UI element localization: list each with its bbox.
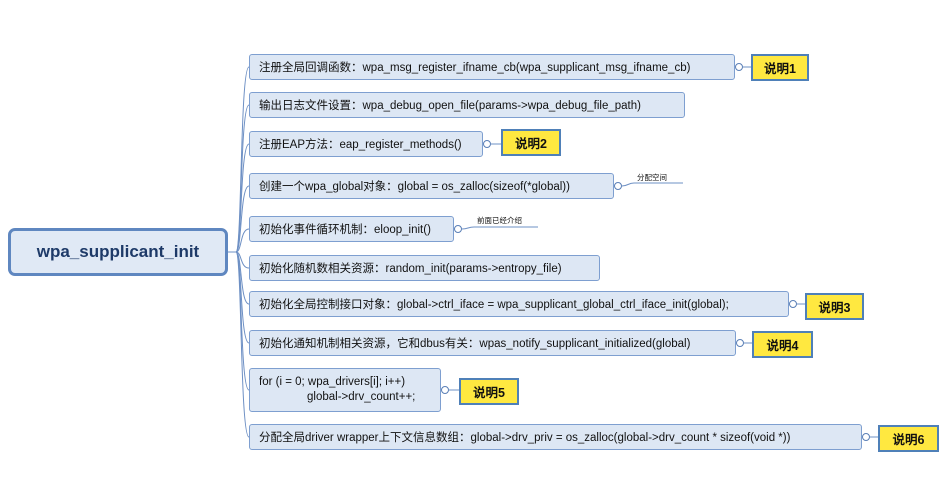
annotation-introduced-before: 前面已经介绍 (477, 216, 522, 225)
step-node-notify-init[interactable]: 初始化通知机制相关资源，它和dbus有关：wpas_notify_supplic… (249, 330, 736, 356)
note-badge-1[interactable]: 说明1 (751, 54, 809, 81)
note-badge-4[interactable]: 说明4 (752, 331, 813, 358)
step-node-eloop-init[interactable]: 初始化事件循环机制：eloop_init() (249, 216, 454, 242)
note-badge-3[interactable]: 说明3 (805, 293, 864, 320)
collapse-toggle-icon[interactable] (736, 339, 744, 347)
collapse-toggle-icon[interactable] (483, 140, 491, 148)
annotation-underline (621, 182, 683, 187)
step-node-drv-priv-alloc[interactable]: 分配全局driver wrapper上下文信息数组：global->drv_pr… (249, 424, 862, 450)
annotation-alloc-space: 分配空间 (637, 173, 667, 182)
collapse-toggle-icon[interactable] (441, 386, 449, 394)
collapse-toggle-icon[interactable] (862, 433, 870, 441)
collapse-toggle-icon[interactable] (735, 63, 743, 71)
note-badge-6[interactable]: 说明6 (878, 425, 939, 452)
branch-line (228, 66, 250, 253)
note-badge-2[interactable]: 说明2 (501, 129, 561, 156)
mindmap-canvas: wpa_supplicant_init 注册全局回调函数：wpa_msg_reg… (0, 0, 950, 494)
step-node-random-init[interactable]: 初始化随机数相关资源：random_init(params->entropy_f… (249, 255, 600, 281)
collapse-toggle-icon[interactable] (454, 225, 462, 233)
note-badge-5[interactable]: 说明5 (459, 378, 519, 405)
branch-line (228, 251, 250, 438)
annotation-underline (461, 226, 538, 230)
step-node-global-alloc[interactable]: 创建一个wpa_global对象：global = os_zalloc(size… (249, 173, 614, 199)
driver-loop-line-1: for (i = 0; wpa_drivers[i]; i++) (259, 376, 406, 388)
step-node-debug-file[interactable]: 输出日志文件设置：wpa_debug_open_file(params->wpa… (249, 92, 685, 118)
step-node-ctrl-iface[interactable]: 初始化全局控制接口对象：global->ctrl_iface = wpa_sup… (249, 291, 789, 317)
step-node-register-callback[interactable]: 注册全局回调函数：wpa_msg_register_ifname_cb(wpa_… (249, 54, 735, 80)
driver-loop-line-2: global->drv_count++; (307, 391, 416, 403)
root-node[interactable]: wpa_supplicant_init (8, 228, 228, 276)
collapse-toggle-icon[interactable] (789, 300, 797, 308)
step-node-eap-register[interactable]: 注册EAP方法：eap_register_methods() (249, 131, 483, 157)
collapse-toggle-icon[interactable] (614, 182, 622, 190)
step-node-driver-loop[interactable]: for (i = 0; wpa_drivers[i]; i++) global-… (249, 368, 441, 412)
